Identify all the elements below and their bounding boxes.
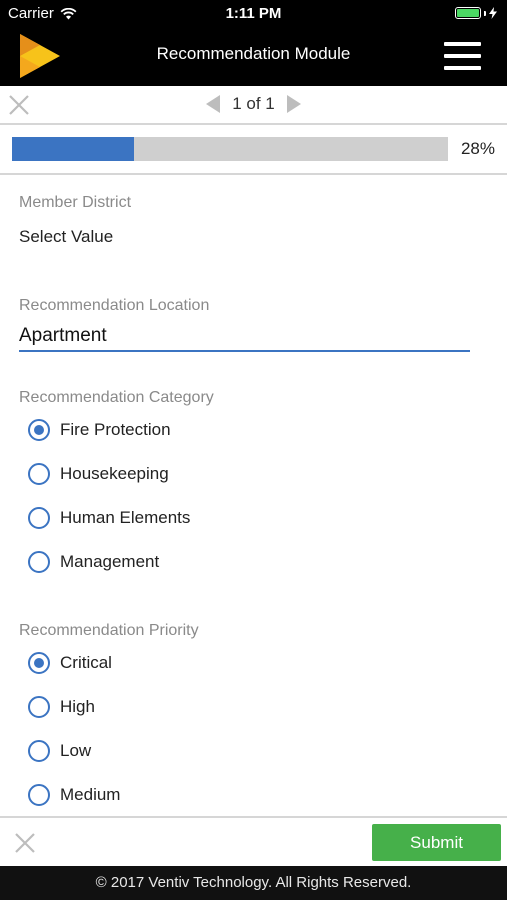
pager-nav: 1 of 1 xyxy=(0,94,507,114)
priority-option-critical[interactable]: Critical xyxy=(28,652,112,674)
location-label: Recommendation Location xyxy=(19,297,210,314)
radio-label: Low xyxy=(60,741,92,760)
battery-icon xyxy=(455,7,497,19)
radio-button[interactable] xyxy=(28,507,50,529)
status-bar: Carrier 1:11 PM xyxy=(0,0,507,28)
priority-option-high[interactable]: High xyxy=(28,696,95,718)
radio-button[interactable] xyxy=(28,784,50,806)
category-option-fire-protection[interactable]: Fire Protection xyxy=(28,419,171,441)
footer-copyright: © 2017 Ventiv Technology. All Rights Res… xyxy=(0,866,507,900)
category-label: Recommendation Category xyxy=(19,389,214,406)
radio-button[interactable] xyxy=(28,551,50,573)
divider xyxy=(0,173,507,175)
priority-option-low[interactable]: Low xyxy=(28,740,91,762)
progress-percent: 28% xyxy=(460,139,495,158)
category-option-management[interactable]: Management xyxy=(28,551,159,573)
radio-label: High xyxy=(60,697,95,716)
radio-label: Human Elements xyxy=(60,508,191,527)
divider xyxy=(0,123,507,125)
radio-button[interactable] xyxy=(28,419,50,441)
pager-bar: 1 of 1 xyxy=(0,86,507,124)
member-district-select[interactable]: Select Value xyxy=(19,227,113,247)
member-district-label: Member District xyxy=(19,194,132,211)
radio-button[interactable] xyxy=(28,740,50,762)
radio-button[interactable] xyxy=(28,696,50,718)
progress-fill xyxy=(12,137,135,161)
radio-label: Critical xyxy=(60,653,112,672)
cancel-icon[interactable] xyxy=(14,832,36,854)
charging-icon xyxy=(489,7,497,19)
page-indicator: 1 of 1 xyxy=(232,94,275,113)
location-input[interactable] xyxy=(19,322,470,352)
radio-label: Housekeeping xyxy=(60,464,169,483)
radio-button[interactable] xyxy=(28,463,50,485)
menu-icon[interactable] xyxy=(444,42,481,70)
next-page-icon[interactable] xyxy=(285,94,303,114)
submit-button[interactable]: Submit xyxy=(372,824,501,861)
page-title: Recommendation Module xyxy=(156,44,351,63)
radio-button[interactable] xyxy=(28,652,50,674)
category-option-housekeeping[interactable]: Housekeeping xyxy=(28,463,169,485)
status-time: 1:11 PM xyxy=(225,5,282,22)
app-header: Recommendation Module xyxy=(0,28,507,86)
radio-label: Fire Protection xyxy=(60,420,171,439)
priority-label: Recommendation Priority xyxy=(19,622,199,639)
previous-page-icon[interactable] xyxy=(204,94,222,114)
category-option-human-elements[interactable]: Human Elements xyxy=(28,507,190,529)
radio-label: Management xyxy=(60,552,160,571)
action-bar: Submit xyxy=(0,818,507,866)
progress-bar xyxy=(12,137,448,161)
priority-option-medium[interactable]: Medium xyxy=(28,784,120,806)
radio-label: Medium xyxy=(60,785,121,804)
